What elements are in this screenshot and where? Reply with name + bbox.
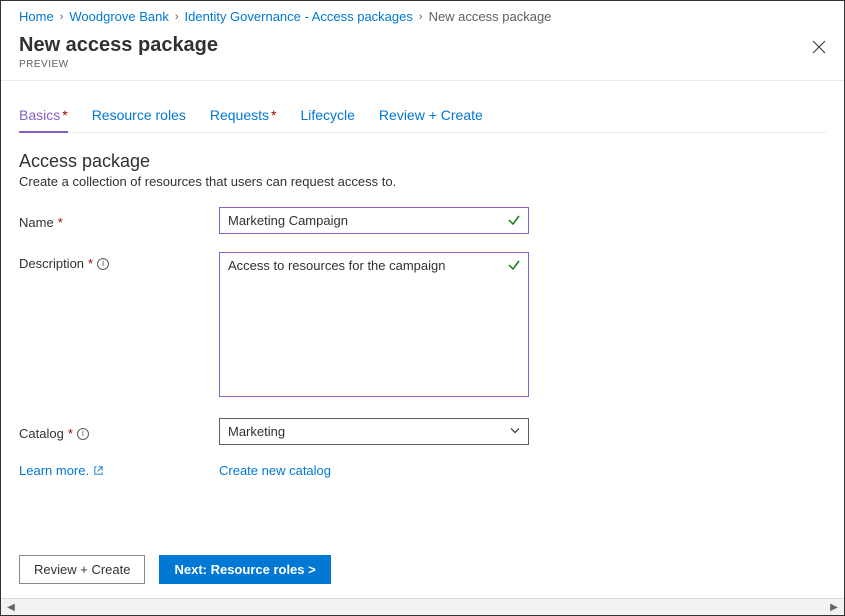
scroll-left-icon: ◀ [3, 602, 19, 613]
links-row: Learn more. Create new catalog [19, 463, 826, 478]
tab-resource-roles[interactable]: Resource roles [92, 103, 186, 132]
form-row-catalog: Catalog * i [19, 418, 826, 445]
breadcrumb-home[interactable]: Home [19, 9, 54, 24]
page-title: New access package [19, 34, 826, 57]
form-row-description: Description * i [19, 252, 826, 400]
tab-basics[interactable]: Basics* [19, 103, 68, 133]
review-create-button[interactable]: Review + Create [19, 555, 145, 584]
tab-label: Requests [210, 107, 269, 123]
required-star: * [271, 107, 276, 123]
horizontal-scrollbar[interactable]: ◀ ▶ [1, 598, 844, 615]
footer: Review + Create Next: Resource roles > [1, 541, 844, 598]
scroll-right-icon: ▶ [826, 602, 842, 613]
button-label: Next: Resource roles > [174, 562, 315, 577]
info-icon[interactable]: i [77, 428, 89, 440]
breadcrumb-governance[interactable]: Identity Governance - Access packages [185, 9, 413, 24]
required-star: * [58, 215, 63, 230]
breadcrumb-org[interactable]: Woodgrove Bank [69, 9, 169, 24]
tab-lifecycle[interactable]: Lifecycle [300, 103, 354, 132]
close-button[interactable] [808, 36, 830, 58]
catalog-select[interactable] [219, 418, 529, 445]
next-button[interactable]: Next: Resource roles > [159, 555, 330, 584]
section-title: Access package [19, 151, 826, 172]
page-header: New access package PREVIEW [1, 30, 844, 81]
preview-label: PREVIEW [19, 59, 826, 70]
required-star: * [88, 256, 93, 271]
chevron-right-icon: › [175, 11, 179, 23]
tab-label: Basics [19, 107, 60, 123]
close-icon [812, 40, 826, 54]
chevron-right-icon: › [60, 11, 64, 23]
create-catalog-link[interactable]: Create new catalog [219, 463, 331, 478]
name-label: Name * [19, 211, 219, 230]
required-star: * [62, 107, 67, 123]
breadcrumb-current: New access package [429, 9, 552, 24]
label-text: Name [19, 215, 54, 230]
description-label: Description * i [19, 252, 219, 271]
link-text: Learn more. [19, 463, 89, 478]
info-icon[interactable]: i [97, 258, 109, 270]
tab-label: Review + Create [379, 107, 483, 123]
tab-review-create[interactable]: Review + Create [379, 103, 483, 132]
form-row-name: Name * [19, 207, 826, 234]
tab-requests[interactable]: Requests* [210, 103, 277, 132]
label-text: Description [19, 256, 84, 271]
tab-label: Resource roles [92, 107, 186, 123]
external-link-icon [93, 465, 104, 476]
section-subtitle: Create a collection of resources that us… [19, 174, 826, 189]
name-input[interactable] [219, 207, 529, 234]
chevron-right-icon: › [419, 11, 423, 23]
required-star: * [68, 426, 73, 441]
label-text: Catalog [19, 426, 64, 441]
catalog-label: Catalog * i [19, 422, 219, 441]
learn-more-link[interactable]: Learn more. [19, 463, 104, 478]
tabs: Basics* Resource roles Requests* Lifecyc… [19, 103, 826, 133]
tab-label: Lifecycle [300, 107, 354, 123]
breadcrumb: Home › Woodgrove Bank › Identity Governa… [1, 1, 844, 30]
description-input[interactable] [219, 252, 529, 397]
